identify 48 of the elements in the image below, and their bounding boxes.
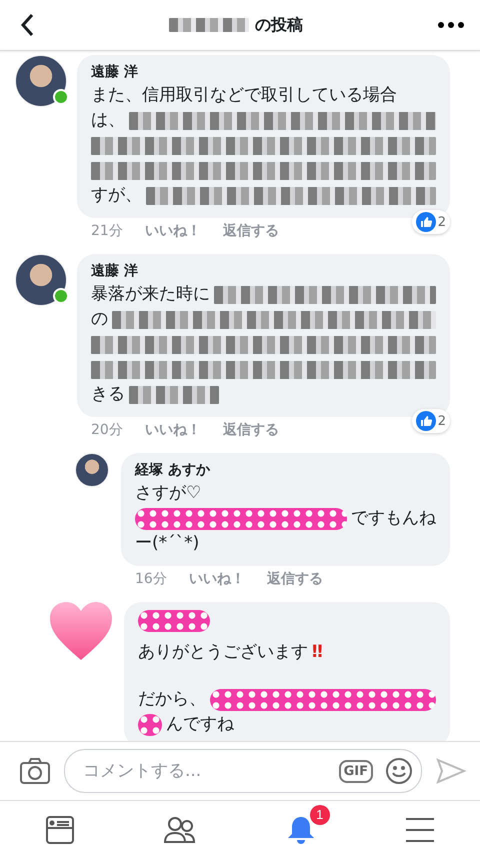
comment-text: さすが♡ <box>135 482 202 505</box>
comment-text: また、信用取引などで取引している場合 <box>91 84 397 107</box>
comment-text: ー(*´`*) <box>135 532 200 555</box>
comment-text: は、 <box>91 109 125 132</box>
more-options-icon[interactable] <box>438 22 464 28</box>
author-name[interactable]: 遠藤 洋 <box>91 262 436 280</box>
back-icon[interactable] <box>20 13 34 37</box>
comment-text: ですもんね <box>351 507 436 530</box>
camera-icon[interactable] <box>20 758 50 784</box>
comment-time: 20分 <box>91 421 123 439</box>
notification-badge: 1 <box>310 805 330 825</box>
comment-text: すが、 <box>91 184 142 207</box>
author-name[interactable]: 経塚 あすか <box>135 461 436 479</box>
reply-link[interactable]: 返信する <box>222 222 279 240</box>
avatar-photo[interactable] <box>15 254 67 306</box>
like-link[interactable]: いいね！ <box>144 222 201 240</box>
news-feed-icon <box>44 815 75 845</box>
people-icon <box>164 815 196 845</box>
comment-text: の <box>91 308 108 331</box>
smiley-icon[interactable] <box>385 757 413 785</box>
bell-icon <box>286 815 316 845</box>
heart-icon <box>50 602 112 662</box>
thumbs-up-icon <box>416 411 436 431</box>
reply-link[interactable]: 返信する <box>266 570 323 588</box>
reaction-count[interactable]: 2 <box>412 210 450 234</box>
reaction-count[interactable]: 2 <box>412 409 450 433</box>
comment-text: 暴落が来た時に <box>91 283 210 306</box>
avatar-photo[interactable] <box>75 453 109 487</box>
dotted-redaction <box>138 610 210 632</box>
thumbs-up-icon <box>416 212 436 232</box>
like-link[interactable]: いいね！ <box>144 421 201 439</box>
like-link[interactable]: いいね！ <box>188 570 245 588</box>
author-name[interactable]: 遠藤 洋 <box>91 63 436 81</box>
comment-text: ありがとうございます <box>138 641 308 664</box>
comment-text: きる <box>91 383 125 406</box>
double-exclamation-mark: ‼ <box>312 641 323 664</box>
gif-button[interactable]: GIF <box>338 760 373 782</box>
reply-link[interactable]: 返信する <box>222 421 279 439</box>
comment-text: だから、 <box>138 688 206 711</box>
comment-time: 21分 <box>91 222 123 240</box>
comment-time: 16分 <box>135 570 167 588</box>
post-title: の投稿 <box>255 14 303 36</box>
comment-field[interactable]: コメントする... GIF <box>64 749 422 793</box>
comment-text: んですね <box>166 713 234 736</box>
menu-icon <box>405 817 436 843</box>
tab-bar-button[interactable]: 1 <box>272 805 330 849</box>
avatar-photo[interactable] <box>15 55 67 107</box>
dotted-redaction <box>138 714 162 736</box>
